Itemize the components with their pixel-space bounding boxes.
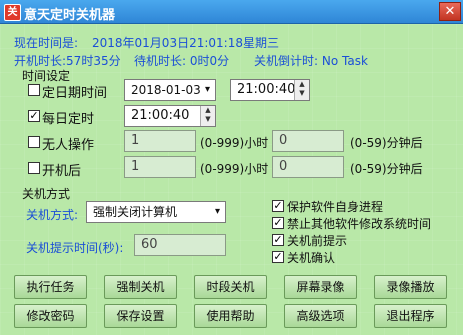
period-shutdown-button[interactable]: 时段关机 — [194, 275, 267, 299]
shutdown-mode-value: 强制关闭计算机 — [93, 205, 178, 219]
option-label-lock-time: 禁止其他软件修改系统时间 — [287, 217, 432, 231]
after-boot-label: 开机后 — [42, 164, 82, 179]
after-boot-minutes-input[interactable]: 0 — [272, 156, 344, 178]
idle-hours-input[interactable]: 1 — [124, 130, 196, 152]
option-checkbox-prompt[interactable]: ✓ — [272, 234, 284, 246]
check-icon: ✓ — [273, 199, 283, 212]
close-button[interactable]: ✕ — [439, 2, 461, 21]
idle-minutes-hint: (0-59)分钟后 — [350, 136, 423, 150]
fixed-date-time-value: 21:00:40 — [237, 82, 296, 97]
check-icon: ✓ — [273, 233, 283, 246]
chevron-down-icon: ▾ — [204, 84, 210, 95]
countdown-text: 关机倒计时: No Task — [254, 54, 368, 68]
idle-minutes-input[interactable]: 0 — [272, 130, 344, 152]
idle-label: 无人操作 — [42, 138, 95, 153]
shutdown-group-label: 关机方式 — [22, 187, 71, 201]
check-icon: ✓ — [273, 250, 283, 263]
after-boot-checkbox[interactable] — [28, 162, 40, 174]
after-boot-hours-hint: (0-999)小时 — [200, 162, 269, 176]
current-time-label: 现在时间是: — [14, 36, 79, 50]
after-boot-hours-input[interactable]: 1 — [124, 156, 196, 178]
screen-record-button[interactable]: 屏幕录像 — [284, 275, 357, 299]
fixed-date-picker[interactable]: 2018-01-03 ▾ — [124, 79, 216, 101]
prompt-time-input[interactable]: 60 — [134, 234, 226, 256]
force-shutdown-button[interactable]: 强制关机 — [104, 275, 177, 299]
fixed-date-time-input[interactable]: 21:00:40 ▲ ▼ — [230, 79, 310, 101]
help-button[interactable]: 使用帮助 — [194, 304, 267, 328]
daily-checkbox[interactable]: ✓ — [28, 110, 40, 122]
fixed-date-label: 定日期时间 — [42, 86, 108, 101]
time-spinner-icon[interactable]: ▲ ▼ — [294, 80, 309, 100]
daily-label: 每日定时 — [42, 112, 95, 127]
window-title: 意天定时关机器 — [24, 8, 116, 23]
option-label-confirm: 关机确认 — [287, 251, 336, 265]
time-spinner-icon[interactable]: ▲ ▼ — [200, 106, 215, 126]
main-panel: 现在时间是: 2018年01月03日21:01:18星期三 开机时长:57时35… — [0, 24, 463, 335]
change-password-button[interactable]: 修改密码 — [14, 304, 87, 328]
option-checkbox-lock-time[interactable]: ✓ — [272, 217, 284, 229]
standby-text: 待机时长: 0时0分 — [134, 54, 230, 68]
daily-time-value: 21:00:40 — [131, 108, 190, 123]
chevron-down-icon: ▾ — [214, 206, 220, 217]
after-boot-minutes-hint: (0-59)分钟后 — [350, 162, 423, 176]
advanced-options-button[interactable]: 高级选项 — [284, 304, 357, 328]
app-icon: 关 — [4, 4, 21, 21]
check-icon: ✓ — [29, 109, 39, 122]
option-label-protect: 保护软件自身进程 — [287, 200, 384, 214]
shutdown-mode-select[interactable]: 强制关闭计算机 ▾ — [86, 201, 226, 223]
playback-button[interactable]: 录像播放 — [374, 275, 447, 299]
idle-hours-hint: (0-999)小时 — [200, 136, 269, 150]
prompt-time-label: 关机提示时间(秒): — [26, 241, 124, 255]
fixed-date-checkbox[interactable] — [28, 84, 40, 96]
check-icon: ✓ — [273, 216, 283, 229]
title-bar[interactable]: 关 意天定时关机器 ✕ — [0, 0, 463, 24]
fixed-date-value: 2018-01-03 — [131, 83, 201, 97]
current-time-value: 2018年01月03日21:01:18星期三 — [92, 36, 279, 50]
shutdown-mode-label: 关机方式: — [26, 208, 79, 222]
option-checkbox-protect[interactable]: ✓ — [272, 200, 284, 212]
option-label-prompt: 关机前提示 — [287, 234, 348, 248]
save-settings-button[interactable]: 保存设置 — [104, 304, 177, 328]
execute-task-button[interactable]: 执行任务 — [14, 275, 87, 299]
idle-checkbox[interactable] — [28, 136, 40, 148]
daily-time-input[interactable]: 21:00:40 ▲ ▼ — [124, 105, 216, 127]
option-checkbox-confirm[interactable]: ✓ — [272, 251, 284, 263]
exit-button[interactable]: 退出程序 — [374, 304, 447, 328]
